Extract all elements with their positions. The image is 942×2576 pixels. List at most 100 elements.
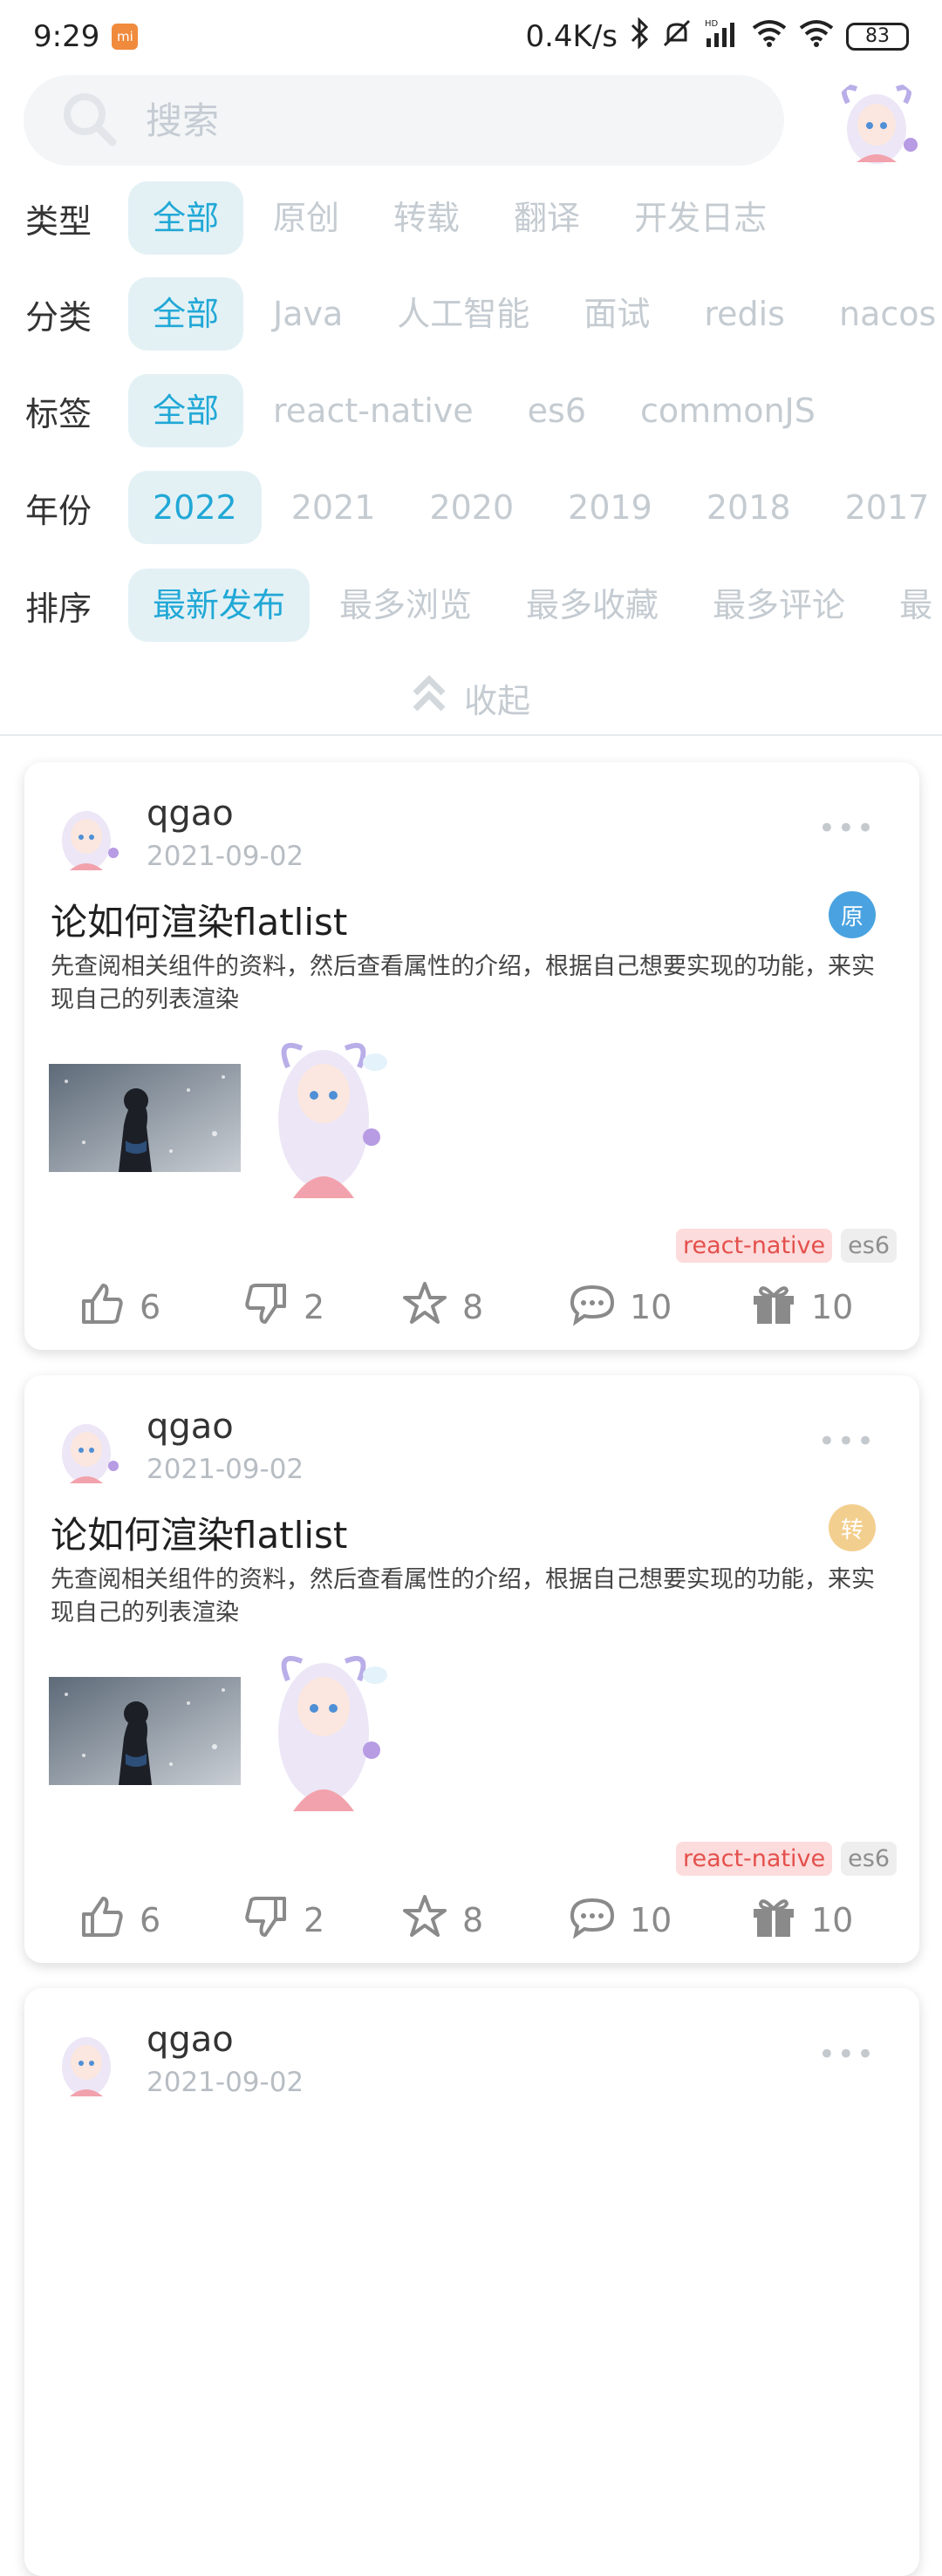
like-button[interactable]: 6: [78, 1280, 160, 1335]
chip-type-devlog[interactable]: 开发日志: [610, 181, 791, 255]
chip-sort-newest[interactable]: 最新发布: [128, 569, 311, 642]
post-card[interactable]: qgao 2021-09-02 ••• 论如何渲染flatlist 原 先查阅相…: [24, 762, 919, 1350]
comment-button[interactable]: 10: [569, 1893, 672, 1948]
like-button[interactable]: 6: [78, 1893, 160, 1948]
post-tags: react-native es6: [675, 1842, 897, 1876]
status-bar: 9:29 mi 0.4K/s HD 83: [0, 0, 942, 73]
post-tags: react-native es6: [675, 1229, 897, 1263]
chip-sort-most-starred[interactable]: 最多收藏: [502, 569, 683, 642]
post-card[interactable]: qgao 2021-09-02 •••: [24, 1988, 919, 2576]
post-avatar[interactable]: [47, 797, 126, 876]
comment-count: 10: [630, 1901, 672, 1939]
gift-button[interactable]: 10: [750, 1280, 853, 1335]
chip-type-translate[interactable]: 翻译: [489, 181, 604, 255]
filter-row-category: 分类 全部 Java 人工智能 面试 redis nacos: [0, 277, 942, 351]
user-avatar[interactable]: [829, 77, 925, 173]
filter-chips-type: 全部 原创 转载 翻译 开发日志: [128, 181, 796, 255]
chip-category-all[interactable]: 全部: [128, 277, 244, 351]
post-card[interactable]: qgao 2021-09-02 ••• 论如何渲染flatlist 转 先查阅相…: [24, 1375, 919, 1963]
collapse-filters-button[interactable]: 收起: [0, 663, 942, 733]
chip-category-redis[interactable]: redis: [679, 277, 809, 351]
signal-icon: HD: [705, 17, 740, 57]
star-count: 8: [462, 1288, 484, 1326]
chip-type-repost[interactable]: 转载: [369, 181, 484, 255]
like-count: 6: [140, 1901, 161, 1939]
status-right: 0.4K/s HD 83: [525, 17, 909, 57]
chip-year-2020[interactable]: 2020: [405, 471, 538, 544]
post-title[interactable]: 论如何渲染flatlist: [51, 893, 347, 946]
post-title[interactable]: 论如何渲染flatlist: [51, 1506, 347, 1559]
gift-count: 10: [811, 1288, 854, 1326]
post-date: 2021-09-02: [147, 2067, 304, 2098]
chip-year-2019[interactable]: 2019: [543, 471, 677, 544]
tag-es6[interactable]: es6: [841, 1842, 897, 1876]
tag-react-native[interactable]: react-native: [675, 1842, 833, 1876]
comment-icon: [569, 1893, 616, 1948]
chip-year-2022[interactable]: 2022: [128, 471, 262, 544]
chip-tag-commonjs[interactable]: commonJS: [616, 374, 840, 447]
filter-chips-year: 2022 2021 2020 2019 2018 2017 2: [128, 471, 942, 544]
tag-react-native[interactable]: react-native: [675, 1229, 833, 1263]
dislike-button[interactable]: 2: [242, 1893, 324, 1948]
mi-app-icon: mi: [112, 24, 139, 50]
thumbs-up-icon: [78, 1893, 126, 1948]
gift-count: 10: [811, 1901, 854, 1939]
chip-tag-react-native[interactable]: react-native: [249, 374, 498, 447]
post-actions: 6 2 8 10 10: [24, 1277, 919, 1338]
star-icon: [401, 1893, 448, 1948]
chip-type-original[interactable]: 原创: [249, 181, 364, 255]
post-avatar[interactable]: [47, 1410, 126, 1489]
gift-button[interactable]: 10: [750, 1893, 853, 1948]
chip-year-2021[interactable]: 2021: [267, 471, 400, 544]
net-speed: 0.4K/s: [525, 19, 618, 54]
dislike-count: 2: [304, 1288, 325, 1326]
post-image-rain[interactable]: [49, 1064, 241, 1172]
chip-sort-more[interactable]: 最: [875, 569, 942, 642]
filter-chips-category: 全部 Java 人工智能 面试 redis nacos: [128, 277, 942, 351]
bluetooth-icon: [630, 17, 649, 56]
comment-icon: [569, 1280, 616, 1335]
filter-chips-tag: 全部 react-native es6 commonJS: [128, 374, 845, 447]
post-username[interactable]: qgao: [147, 2020, 234, 2060]
svg-text:HD: HD: [705, 19, 719, 29]
post-avatar[interactable]: [47, 2023, 126, 2102]
post-description: 先查阅相关组件的资料，然后查看属性的介绍，根据自己想要实现的功能，来实现自己的列…: [51, 953, 875, 1013]
chip-sort-most-viewed[interactable]: 最多浏览: [315, 569, 496, 642]
status-left: 9:29 mi: [33, 19, 139, 54]
more-options-icon[interactable]: •••: [818, 811, 876, 846]
dislike-button[interactable]: 2: [242, 1280, 324, 1335]
filter-label-category: 分类: [25, 297, 92, 337]
search-input[interactable]: [144, 98, 758, 143]
post-image-rain[interactable]: [49, 1677, 241, 1785]
search-bar[interactable]: [24, 75, 784, 166]
gift-icon: [750, 1893, 797, 1948]
thumbs-up-icon: [78, 1280, 126, 1335]
filter-row-sort: 排序 最新发布 最多浏览 最多收藏 最多评论 最: [0, 569, 942, 642]
filter-row-type: 类型 全部 原创 转载 翻译 开发日志: [0, 181, 942, 255]
chip-type-all[interactable]: 全部: [128, 181, 244, 255]
chip-year-2017[interactable]: 2017: [821, 471, 942, 544]
chip-category-nacos[interactable]: nacos: [815, 277, 942, 351]
more-options-icon[interactable]: •••: [818, 1424, 876, 1459]
chip-tag-all[interactable]: 全部: [128, 374, 244, 447]
star-icon: [401, 1280, 448, 1335]
more-options-icon[interactable]: •••: [818, 2037, 876, 2072]
chip-tag-es6[interactable]: es6: [503, 374, 611, 447]
post-date: 2021-09-02: [147, 841, 304, 872]
tag-es6[interactable]: es6: [841, 1229, 897, 1263]
filter-label-year: 年份: [25, 491, 92, 530]
battery-indicator: 83: [846, 23, 909, 51]
post-username[interactable]: qgao: [147, 794, 234, 834]
star-button[interactable]: 8: [401, 1280, 483, 1335]
chip-year-2018[interactable]: 2018: [682, 471, 816, 544]
chip-category-java[interactable]: Java: [249, 277, 367, 351]
filter-chips-sort: 最新发布 最多浏览 最多收藏 最多评论 最: [128, 569, 942, 642]
chip-category-interview[interactable]: 面试: [559, 277, 674, 351]
post-username[interactable]: qgao: [147, 1407, 234, 1447]
post-image-anime[interactable]: [258, 1646, 389, 1811]
comment-button[interactable]: 10: [569, 1280, 672, 1335]
post-image-anime[interactable]: [258, 1032, 389, 1198]
chip-sort-most-commented[interactable]: 最多评论: [688, 569, 870, 642]
chip-category-ai[interactable]: 人工智能: [372, 277, 554, 351]
star-button[interactable]: 8: [401, 1893, 483, 1948]
